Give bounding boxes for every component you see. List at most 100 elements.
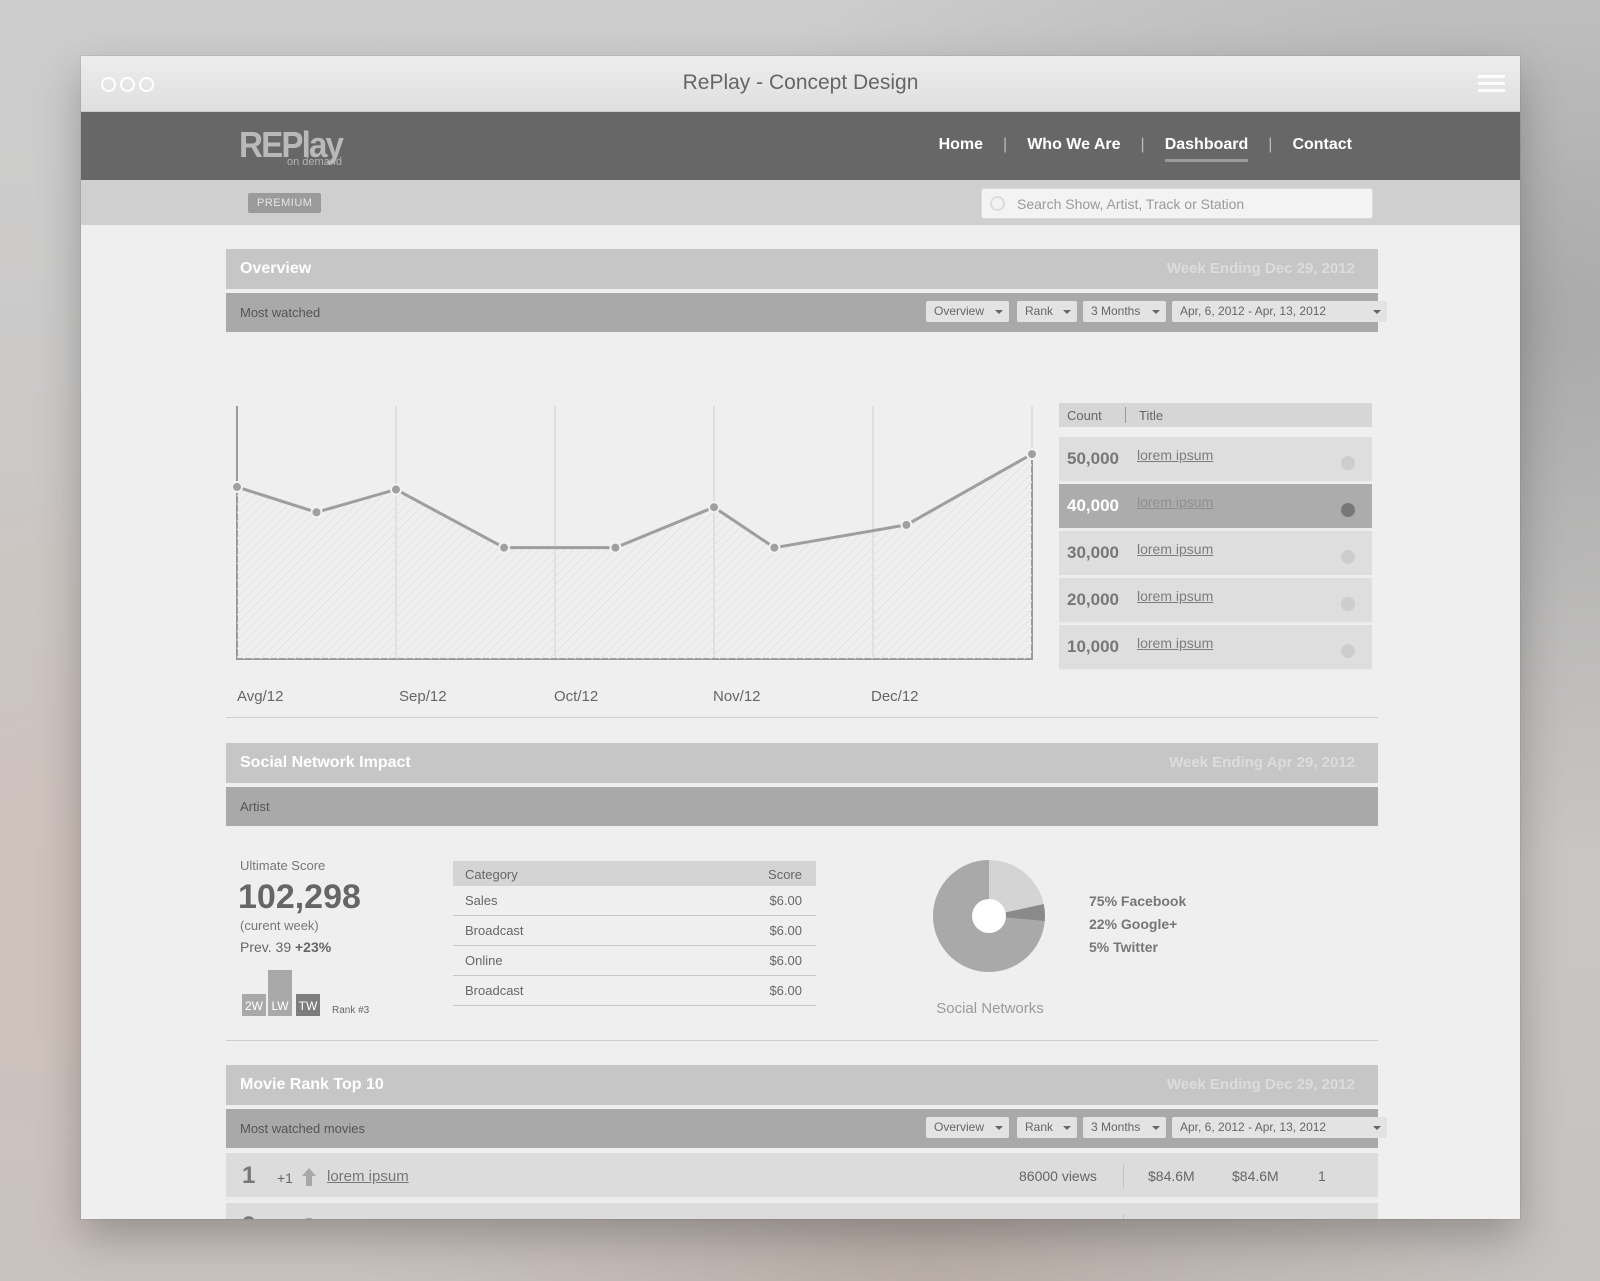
movie-weeks: 1 <box>1318 1168 1326 1184</box>
count-table-row[interactable]: 50,000 lorem ipsum <box>1059 437 1372 483</box>
chart-data-point <box>498 541 511 554</box>
most-watched-line-chart <box>231 406 1038 660</box>
category-score: $6.00 <box>769 923 802 938</box>
movie-title-link[interactable]: lorem ipsum <box>327 1218 409 1219</box>
score-change: +23% <box>295 939 332 955</box>
overview-view-dropdown[interactable]: Overview <box>926 301 1009 322</box>
category-score: $6.00 <box>769 953 802 968</box>
search-icon <box>990 196 1005 211</box>
chart-data-point <box>609 541 622 554</box>
nav-separator: | <box>1003 136 1008 153</box>
rank-change: +1 <box>277 1170 293 1186</box>
count-table-row[interactable]: 10,000 lorem ipsum <box>1059 625 1372 671</box>
social-subtitle: Artist <box>240 799 270 814</box>
section-divider <box>226 717 1378 718</box>
row-indicator-icon[interactable] <box>1341 597 1355 611</box>
movie-rank-row[interactable]: 1 +1 lorem ipsum 86000 views $84.6M $84.6M 1 <box>226 1153 1378 1200</box>
movie-rank: 1 <box>242 1162 256 1189</box>
overview-daterange-dropdown[interactable]: Apr, 6, 2012 - Apr, 13, 2012 <box>1172 301 1387 322</box>
movie-gross-b: $84.6M <box>1232 1168 1279 1184</box>
category-table-row: Broadcast $6.00 <box>453 916 816 946</box>
count-table-row[interactable]: 40,000 lorem ipsum <box>1059 484 1372 530</box>
category-score-table: Category Score Sales $6.00 Broadcast $6.00 O… <box>453 861 816 1006</box>
nav-menu: Home | Who We Are | Dashboard | Contact <box>939 136 1352 162</box>
movies-week: Week Ending Dec 29, 2012 <box>1166 1076 1355 1093</box>
search-input[interactable] <box>1017 189 1357 218</box>
count-table-header: Count Title <box>1059 403 1372 427</box>
movie-weeks: 1 <box>1318 1218 1326 1219</box>
movie-title-link[interactable]: lorem ipsum <box>327 1168 409 1185</box>
pie-legend: 75% Facebook 22% Google+ 5% Twitter <box>1089 890 1186 959</box>
nav-contact[interactable]: Contact <box>1292 136 1352 154</box>
title-link[interactable]: lorem ipsum <box>1137 635 1213 651</box>
movie-rank-row[interactable]: 2+1lorem ipsum86000 views$84.6M$84.6M1 <box>226 1203 1378 1219</box>
column-separator <box>1123 1164 1124 1189</box>
social-networks-pie-chart <box>933 860 1045 972</box>
category-score: $6.00 <box>769 983 802 998</box>
title-link[interactable]: lorem ipsum <box>1137 494 1213 510</box>
movies-daterange-dropdown[interactable]: Apr, 6, 2012 - Apr, 13, 2012 <box>1172 1117 1387 1138</box>
movies-header: Movie Rank Top 10 Week Ending Dec 29, 20… <box>226 1065 1378 1105</box>
score-header: Score <box>768 867 802 882</box>
count-value: 40,000 <box>1067 496 1119 515</box>
social-title: Social Network Impact <box>240 754 411 771</box>
count-value: 20,000 <box>1067 590 1119 609</box>
overview-week: Week Ending Dec 29, 2012 <box>1166 260 1355 277</box>
legend-facebook: 75% Facebook <box>1089 893 1187 909</box>
nav-dashboard[interactable]: Dashboard <box>1164 136 1248 162</box>
category-score: $6.00 <box>769 893 802 908</box>
movies-title: Movie Rank Top 10 <box>240 1076 384 1093</box>
row-indicator-icon[interactable] <box>1341 550 1355 564</box>
rank-label: Rank #3 <box>332 1005 370 1016</box>
chart-area-fill <box>237 454 1032 659</box>
overview-header: Overview Week Ending Dec 29, 2012 <box>226 249 1378 289</box>
overview-rank-dropdown[interactable]: Rank <box>1017 301 1077 322</box>
category-header: Category <box>465 867 518 882</box>
title-column-header: Title <box>1139 408 1164 423</box>
logo-subtitle: on demand <box>287 156 343 168</box>
title-link[interactable]: lorem ipsum <box>1137 541 1213 557</box>
arrow-down-icon <box>302 1218 316 1219</box>
chart-x-tick-label: Sep/12 <box>399 688 447 705</box>
chart-data-point <box>708 501 720 514</box>
nav-separator: | <box>1268 136 1273 153</box>
row-indicator-icon[interactable] <box>1341 503 1355 517</box>
chart-x-tick-label: Avg/12 <box>237 688 284 705</box>
score-note: (curent week) <box>240 918 319 933</box>
movie-views: 86000 views <box>1019 1218 1097 1219</box>
category-name: Broadcast <box>465 983 524 998</box>
movie-gross-a: $84.6M <box>1148 1168 1195 1184</box>
row-indicator-icon[interactable] <box>1341 456 1355 470</box>
overview-subheader: Most watched Overview Rank 3 Months Apr,… <box>226 293 1387 332</box>
category-name: Broadcast <box>465 923 524 938</box>
hamburger-menu-icon[interactable] <box>1478 75 1505 96</box>
pie-label: Social Networks <box>936 1000 1044 1017</box>
movies-period-dropdown[interactable]: 3 Months <box>1083 1117 1166 1138</box>
nav-who-we-are[interactable]: Who We Are <box>1027 136 1120 154</box>
overview-period-dropdown[interactable]: 3 Months <box>1083 301 1166 322</box>
search-box[interactable] <box>981 188 1373 219</box>
count-value: 30,000 <box>1067 543 1119 562</box>
nav-separator: | <box>1140 136 1145 153</box>
nav-home[interactable]: Home <box>939 136 983 154</box>
legend-twitter: 5% Twitter <box>1089 939 1158 955</box>
category-table-header: Category Score <box>453 861 816 886</box>
movie-views: 86000 views <box>1019 1168 1097 1184</box>
overview-title: Overview <box>240 260 312 277</box>
chart-data-point <box>231 480 243 493</box>
overview-subtitle: Most watched <box>240 305 321 320</box>
movies-view-dropdown[interactable]: Overview <box>926 1117 1009 1138</box>
chart-data-point <box>768 541 781 554</box>
count-table-row[interactable]: 30,000 lorem ipsum <box>1059 531 1372 577</box>
count-table-row[interactable]: 20,000 lorem ipsum <box>1059 578 1372 624</box>
row-indicator-icon[interactable] <box>1341 644 1355 658</box>
previous-score: Prev. 39 +23% <box>240 939 331 955</box>
sub-header-bar: PREMIUM <box>81 180 1520 225</box>
week-bar: 2W <box>242 994 266 1016</box>
title-link[interactable]: lorem ipsum <box>1137 588 1213 604</box>
movies-subheader: Most watched movies Overview Rank 3 Mont… <box>226 1109 1387 1148</box>
movies-rank-dropdown[interactable]: Rank <box>1017 1117 1077 1138</box>
window-title: RePlay - Concept Design <box>682 71 919 94</box>
title-link[interactable]: lorem ipsum <box>1137 447 1213 463</box>
social-header: Social Network Impact Week Ending Apr 29… <box>226 743 1378 783</box>
